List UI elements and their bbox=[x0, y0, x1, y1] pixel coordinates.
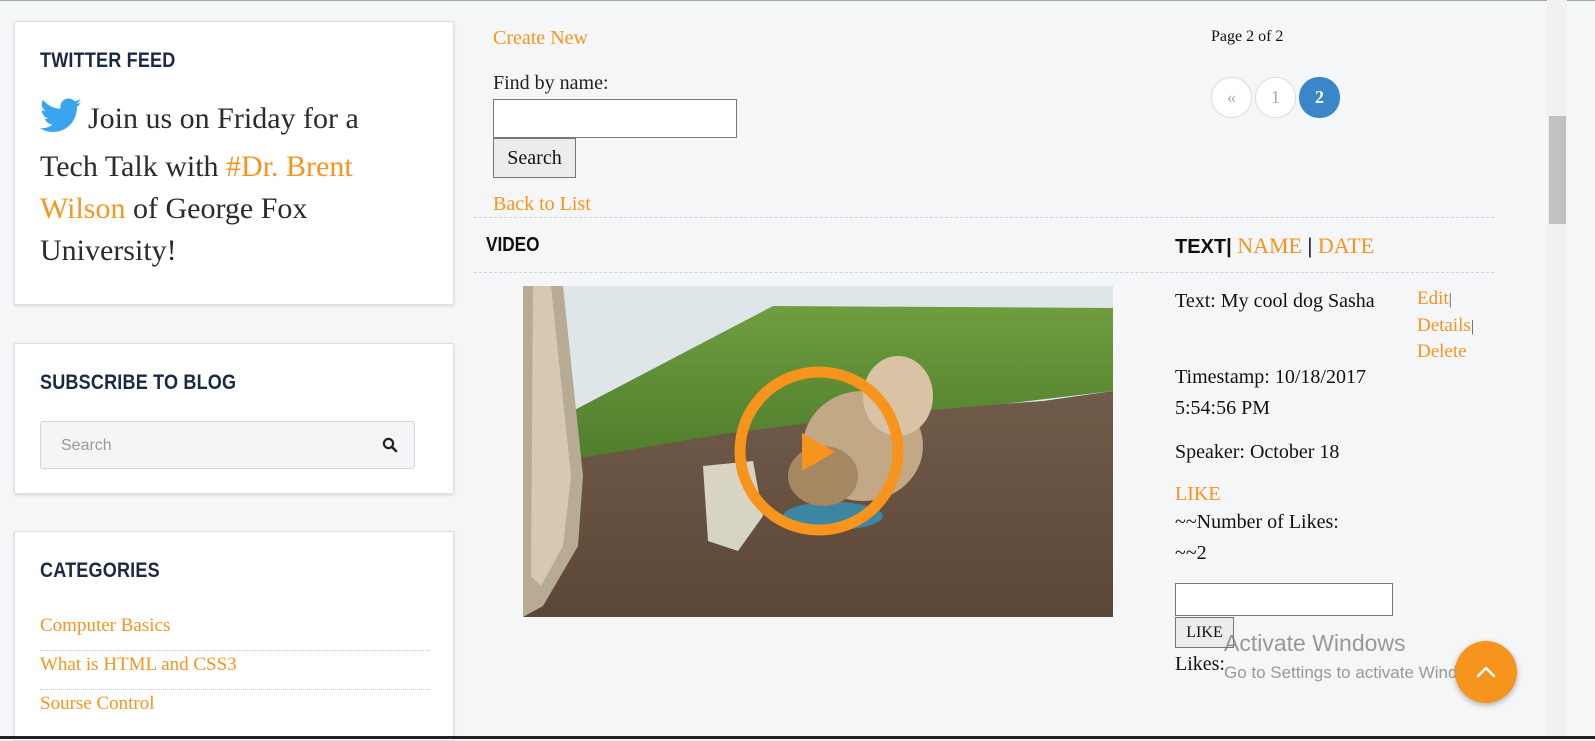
category-link[interactable]: Sourse Control bbox=[40, 690, 430, 729]
subscribe-title: SUBSCRIBE TO BLOG bbox=[40, 371, 237, 394]
blog-search-box bbox=[40, 421, 415, 470]
play-button-icon[interactable] bbox=[732, 365, 906, 539]
activate-windows-subtitle: Go to Settings to activate Windows. bbox=[1224, 663, 1474, 682]
page-info: Page 2 of 2 bbox=[1211, 28, 1284, 45]
categories-widget: CATEGORIES Computer Basics What is HTML … bbox=[14, 531, 454, 741]
category-link[interactable]: What is HTML and CSS3 bbox=[40, 651, 430, 690]
pager-page-2-current[interactable]: 2 bbox=[1299, 77, 1340, 118]
back-to-list-link[interactable]: Back to List bbox=[493, 193, 591, 216]
sort-links: TEXT| NAME | DATE bbox=[1175, 233, 1374, 259]
subscribe-widget: SUBSCRIBE TO BLOG bbox=[14, 343, 454, 494]
likes-label: ~~Number of Likes: bbox=[1175, 511, 1339, 533]
video-player[interactable] bbox=[523, 286, 1113, 617]
page-scrollbar[interactable] bbox=[1547, 0, 1567, 739]
find-by-name-input[interactable] bbox=[493, 99, 737, 138]
row-timestamp: Timestamp: 10/18/2017 5:54:56 PM bbox=[1175, 366, 1366, 419]
sort-separator: | bbox=[1307, 233, 1313, 258]
column-header-video: VIDEO bbox=[486, 234, 540, 256]
row-speaker: Speaker: October 18 bbox=[1175, 441, 1340, 463]
pager-prev-button[interactable]: « bbox=[1211, 77, 1252, 118]
twitter-bird-icon bbox=[40, 98, 82, 146]
top-border bbox=[0, 0, 1595, 1]
search-icon[interactable] bbox=[382, 437, 398, 458]
blog-search-input[interactable] bbox=[41, 422, 393, 470]
like-input[interactable] bbox=[1175, 583, 1393, 616]
sort-by-name-link[interactable]: NAME bbox=[1237, 233, 1302, 258]
sort-by-date-link[interactable]: DATE bbox=[1318, 233, 1374, 258]
column-header-text: TEXT| bbox=[1175, 236, 1232, 258]
twitter-feed-widget: TWITTER FEED Join us on Friday for a Tec… bbox=[14, 21, 454, 305]
scrollbar-thumb[interactable] bbox=[1549, 116, 1566, 224]
back-to-top-button[interactable] bbox=[1455, 641, 1517, 703]
divider bbox=[474, 272, 1494, 273]
chevron-up-icon bbox=[1476, 666, 1496, 678]
row-actions: Edit| Details| Delete bbox=[1417, 286, 1474, 365]
twitter-feed-title: TWITTER FEED bbox=[40, 49, 176, 72]
likes-value: ~~2 bbox=[1175, 542, 1207, 564]
row-text: Text: My cool dog Sasha bbox=[1175, 290, 1375, 312]
details-link[interactable]: Details bbox=[1417, 315, 1471, 336]
edit-link[interactable]: Edit bbox=[1417, 288, 1449, 309]
categories-list: Computer Basics What is HTML and CSS3 So… bbox=[40, 612, 430, 729]
action-separator: | bbox=[1470, 317, 1475, 335]
activate-windows-title: Activate Windows bbox=[1224, 630, 1406, 656]
pagination: « 1 2 bbox=[1211, 77, 1343, 118]
like-link[interactable]: LIKE bbox=[1175, 479, 1221, 510]
category-link[interactable]: Computer Basics bbox=[40, 612, 430, 651]
find-by-name-label: Find by name: bbox=[493, 72, 609, 94]
categories-title: CATEGORIES bbox=[40, 559, 160, 582]
delete-link[interactable]: Delete bbox=[1417, 341, 1467, 362]
action-separator: | bbox=[1448, 291, 1452, 308]
pager-page-1[interactable]: 1 bbox=[1255, 77, 1296, 118]
divider bbox=[474, 217, 1494, 218]
create-new-link[interactable]: Create New bbox=[493, 27, 588, 50]
search-button[interactable]: Search bbox=[493, 138, 576, 178]
tweet-text: Join us on Friday for a Tech Talk with #… bbox=[40, 98, 420, 272]
